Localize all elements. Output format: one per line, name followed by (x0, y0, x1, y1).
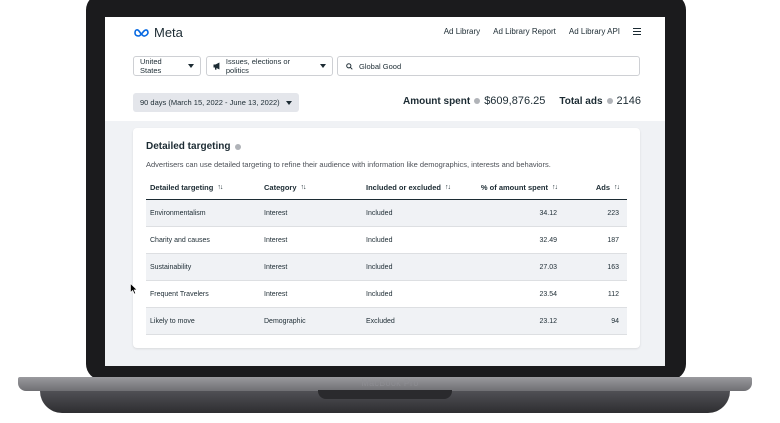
cell-percent: 23.12 (539, 317, 557, 325)
filter-bar: United States Issues, elections or polit… (133, 56, 333, 76)
cell-category: Interest (264, 209, 288, 217)
cell-targeting: Likely to move (150, 317, 195, 325)
summary-stats: Amount spent $609,876.25 Total ads 2146 (403, 95, 641, 107)
sort-icon: ↑↓ (300, 184, 307, 191)
sort-icon: ↑↓ (614, 184, 620, 191)
col-header-percent-spent[interactable]: % of amount spent ↑↓ (466, 183, 558, 192)
cell-ads: 187 (607, 236, 619, 244)
info-icon[interactable] (606, 98, 613, 104)
sort-icon: ↑↓ (217, 184, 223, 191)
top-nav: Ad Library Ad Library Report Ad Library … (444, 27, 641, 36)
logo-text: Meta (154, 25, 183, 40)
cell-targeting: Sustainability (150, 263, 192, 271)
mouse-pointer-icon (130, 283, 138, 295)
cell-category: Interest (264, 236, 288, 244)
nav-ad-library-api[interactable]: Ad Library API (569, 27, 620, 36)
targeting-table: Detailed targeting ↑↓ Category ↑↓ Included… (146, 176, 627, 335)
table-row: Charity and causes Interest Included 32.… (146, 227, 627, 254)
meta-logo[interactable]: Meta (133, 25, 183, 40)
screen: Meta Ad Library Ad Library Report Ad Lib… (105, 17, 665, 366)
cell-percent: 32.49 (539, 236, 557, 244)
cell-ads: 163 (607, 263, 619, 271)
ad-category-value: Issues, elections or politics (225, 57, 291, 75)
ad-category-dropdown[interactable]: Issues, elections or politics (206, 56, 333, 76)
table-header: Detailed targeting ↑↓ Category ↑↓ Included… (146, 176, 627, 200)
cell-ads: 94 (611, 317, 619, 325)
chevron-down-icon (285, 100, 292, 105)
cell-included: Included (366, 263, 393, 271)
total-ads-label: Total ads (559, 95, 603, 107)
column-label: Ads (595, 183, 610, 192)
device-label: MacBook Pro (361, 378, 419, 388)
nav-ad-library[interactable]: Ad Library (444, 27, 480, 36)
detailed-targeting-title: Detailed targeting (146, 141, 231, 152)
search-input[interactable]: Global Good (337, 56, 640, 76)
chevron-down-icon (188, 64, 194, 68)
nav-ad-library-report[interactable]: Ad Library Report (493, 27, 556, 36)
cell-percent: 34.12 (539, 209, 557, 217)
cell-ads: 223 (607, 209, 619, 217)
cell-ads: 112 (607, 290, 619, 298)
cell-included: Included (366, 290, 393, 298)
cell-percent: 23.54 (539, 290, 557, 298)
amount-spent-label: Amount spent (402, 95, 471, 107)
table-row: Environmentalism Interest Included 34.12… (146, 200, 627, 227)
card-title: Detailed targeting (146, 141, 242, 152)
column-label: Detailed targeting (150, 183, 214, 192)
cell-targeting: Charity and causes (150, 236, 210, 244)
cell-included: Included (366, 209, 393, 217)
column-label: Category (264, 183, 297, 192)
table-row: Frequent Travelers Interest Included 23.… (146, 281, 627, 308)
search-value: Global Good (359, 61, 402, 71)
cell-category: Interest (264, 263, 288, 271)
chevron-down-icon (320, 64, 326, 68)
table-row: Sustainability Interest Included 27.03 1… (146, 254, 627, 281)
cell-targeting: Frequent Travelers (150, 290, 209, 298)
col-header-category[interactable]: Category ↑↓ (264, 183, 366, 192)
column-label: % of amount spent (480, 183, 548, 192)
amount-spent-value: $609,876.25 (484, 95, 546, 107)
cell-targeting: Environmentalism (150, 209, 206, 217)
col-header-included[interactable]: Included or excluded ↑↓ (366, 183, 466, 192)
sort-icon: ↑↓ (445, 184, 451, 191)
info-icon[interactable] (235, 143, 242, 150)
country-value: United States (140, 57, 162, 75)
cell-included: Excluded (366, 317, 395, 325)
col-header-detailed-targeting[interactable]: Detailed targeting ↑↓ (146, 183, 264, 192)
cell-category: Interest (264, 290, 288, 298)
column-label: Included or excluded (366, 183, 442, 192)
date-range-dropdown[interactable]: 90 days (March 15, 2022 - June 13, 2022) (133, 93, 299, 112)
table-row: Likely to move Demographic Excluded 23.1… (146, 308, 627, 335)
top-panel: Meta Ad Library Ad Library Report Ad Lib… (105, 17, 665, 121)
megaphone-icon (213, 62, 220, 70)
hamburger-icon[interactable] (633, 28, 641, 35)
country-dropdown[interactable]: United States (133, 56, 201, 76)
search-icon (346, 62, 353, 70)
date-range-value: 90 days (March 15, 2022 - June 13, 2022) (140, 98, 280, 107)
cell-category: Demographic (264, 317, 306, 325)
col-header-ads[interactable]: Ads ↑↓ (557, 183, 623, 192)
cell-percent: 27.03 (539, 263, 557, 271)
laptop-hinge-notch (318, 390, 452, 399)
info-icon[interactable] (474, 98, 481, 104)
total-ads-value: 2146 (616, 95, 641, 107)
meta-infinity-icon (133, 28, 150, 38)
cell-included: Included (366, 236, 393, 244)
detailed-targeting-card: Detailed targeting Advertisers can use d… (133, 128, 640, 348)
card-description: Advertisers can use detailed targeting t… (146, 160, 551, 169)
